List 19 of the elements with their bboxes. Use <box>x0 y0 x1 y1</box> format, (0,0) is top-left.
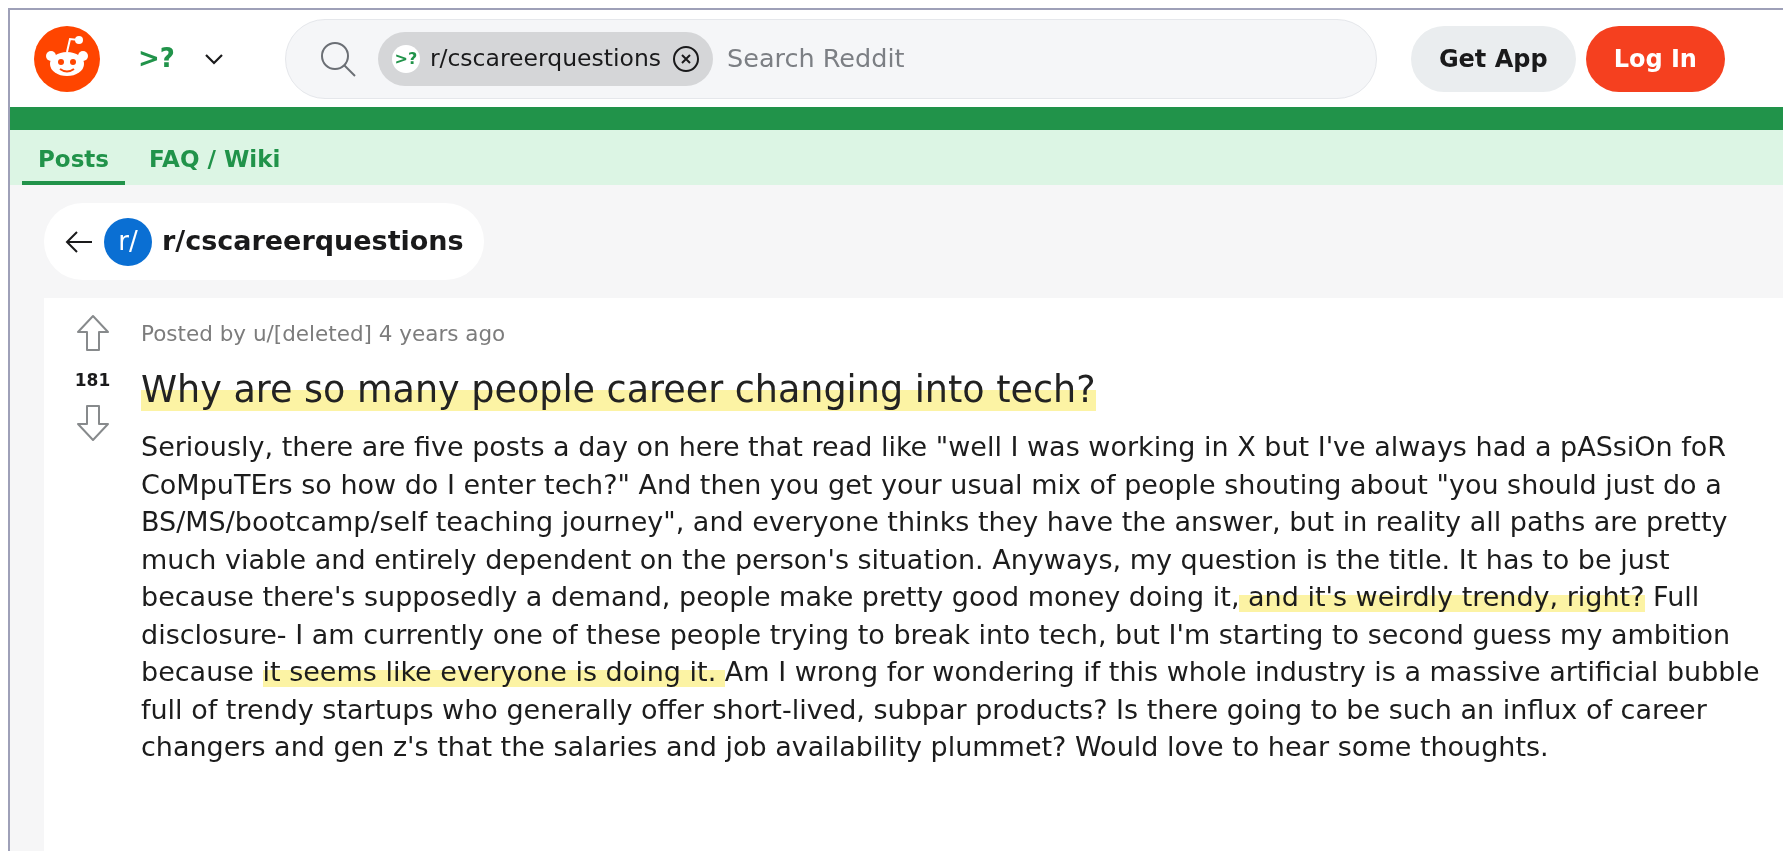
back-link[interactable]: r/ r/cscareerquestions <box>44 203 484 280</box>
search-input[interactable]: Search Reddit <box>727 39 1376 78</box>
chip-label: r/cscareerquestions <box>429 42 662 74</box>
community-badge[interactable]: >? <box>138 39 175 78</box>
upvote-icon[interactable] <box>75 314 110 352</box>
community-icon: r/ <box>104 217 152 266</box>
vote-count: 181 <box>74 369 111 392</box>
get-app-button[interactable]: Get App <box>1410 25 1576 92</box>
back-arrow-icon <box>64 229 94 254</box>
downvote-icon[interactable] <box>75 403 110 442</box>
chip-badge: >? <box>391 44 420 73</box>
clear-icon[interactable] <box>671 43 702 74</box>
alien-logo-icon[interactable] <box>34 25 100 92</box>
login-button[interactable]: Log In <box>1585 25 1725 92</box>
chevron-down-icon[interactable] <box>202 51 225 66</box>
post-body: Seriously, there are five posts a day on here that read like "well I was working in X but I've always had a pASsiOn foR CoMpuTErs so how do I enter tech?" And then you get your usual mix of people shouting about "you should just do a BS/MS/bootcamp/self teaching journey", and everyone thinks they have the answer, but in reality all paths are pretty much viable and entirely dependent on the person's situation. Anyways, my question is the title. It has to be just because there's supposedly a demand, people make pretty good money doing it, and it's weirdly trendy, right? Full disclosure- I am currently one of these people trying to break into tech, but I'm starting to second guess my ambition because it seems like everyone is doing it. Am I wrong for wondering if this whole industry is a massive artificial bubble full of trendy startups who generally offer short-lived, subpar products? Is there going to be such an influx of career changers and gen z's that the salaries and job availability plummet? Would love to hear some thoughts. <box>141 430 1761 765</box>
community-chip[interactable]: >? r/cscareerquestions <box>377 31 714 86</box>
search-field[interactable]: >? r/cscareerquestions Search Reddit <box>284 18 1377 99</box>
post-meta: Posted by u/[deleted] 4 years ago <box>141 320 507 348</box>
